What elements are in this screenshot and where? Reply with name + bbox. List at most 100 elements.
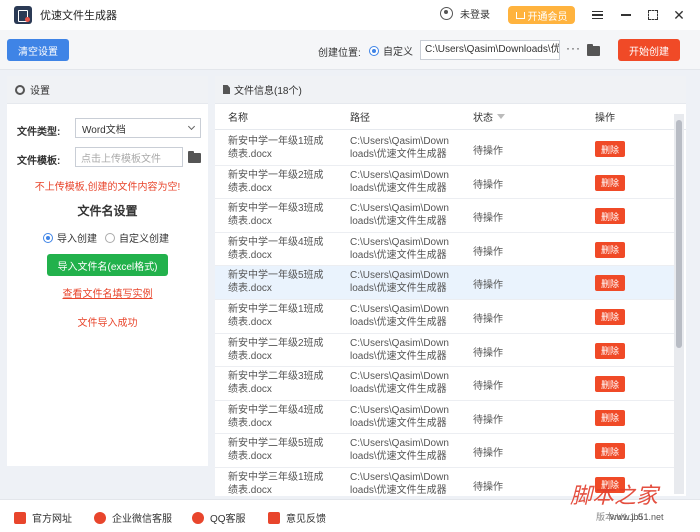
file-name-line: 新安中学一年级3班成 — [228, 203, 324, 215]
file-list-header: 文件信息(18个) — [215, 76, 686, 104]
delete-button[interactable]: 删除 — [595, 443, 625, 460]
toolbar: 清空设置 创建位置: 自定义 C:\Users\Qasim\Downloads\… — [0, 30, 700, 70]
mode-import-radio[interactable]: 导入创建 — [43, 230, 97, 245]
file-name: 新安中学一年级3班成 绩表.docx — [228, 202, 333, 228]
file-name: 新安中学二年级5班成 绩表.docx — [228, 437, 333, 463]
delete-button[interactable]: 删除 — [595, 141, 625, 157]
template-upload-input[interactable]: 点击上传模板文件 — [75, 147, 183, 167]
delete-button[interactable]: 删除 — [595, 409, 625, 426]
file-name-line: 绩表.docx — [228, 417, 272, 429]
close-icon[interactable]: ✕ — [672, 8, 686, 22]
app-title: 优速文件生成器 — [40, 10, 117, 22]
file-path-line: loads\优速文件生成器 — [350, 316, 447, 328]
wechat-icon — [94, 511, 106, 524]
file-path-line: loads\优速文件生成器 — [350, 484, 447, 496]
file-table-body: 新安中学一年级1班成 绩表.docx C:\Users\Qasim\Down load… — [215, 132, 675, 496]
feedback-icon — [268, 511, 280, 524]
file-path: C:\Users\Qasim\Down loads\优速文件生成器 — [350, 404, 455, 430]
table-row[interactable]: 新安中学二年级1班成 绩表.docx C:\Users\Qasim\Down load… — [215, 300, 675, 334]
table-row[interactable]: 新安中学二年级5班成 绩表.docx C:\Users\Qasim\Down load… — [215, 434, 675, 468]
file-type-select[interactable]: Word文档 — [75, 118, 201, 138]
delete-button[interactable]: 删除 — [595, 241, 625, 258]
column-status[interactable]: 状态 — [473, 109, 505, 124]
qq-service-label: QQ客服 — [210, 514, 246, 525]
file-path-line: C:\Users\Qasim\Down — [350, 337, 449, 349]
file-path-line: C:\Users\Qasim\Down — [350, 471, 449, 483]
gear-icon — [15, 84, 25, 95]
official-website-link[interactable]: 官方网址 — [14, 510, 72, 525]
maximize-icon[interactable] — [646, 8, 660, 22]
menu-icon[interactable] — [590, 8, 604, 22]
file-status: 待操作 — [473, 246, 503, 258]
login-area[interactable]: 未登录 — [440, 6, 490, 21]
more-options-icon[interactable]: ··· — [566, 41, 581, 55]
table-header: 名称 路径 状态 操作 — [215, 104, 686, 130]
file-name: 新安中学一年级2班成 绩表.docx — [228, 169, 333, 195]
minimize-icon[interactable] — [619, 8, 633, 22]
table-row[interactable]: 新安中学二年级2班成 绩表.docx C:\Users\Qasim\Down load… — [215, 334, 675, 368]
column-path: 路径 — [350, 113, 370, 124]
file-path-line: C:\Users\Qasim\Down — [350, 136, 449, 147]
delete-button[interactable]: 删除 — [595, 275, 625, 292]
file-status: 待操作 — [473, 280, 503, 292]
website-icon — [14, 511, 26, 524]
location-custom-radio[interactable]: 自定义 — [369, 43, 413, 58]
mode-custom-radio[interactable]: 自定义创建 — [105, 230, 169, 245]
filename-example-link[interactable]: 查看文件名填写实例 — [7, 285, 208, 300]
file-path-line: loads\优速文件生成器 — [350, 350, 447, 362]
file-path-line: C:\Users\Qasim\Down — [350, 438, 449, 450]
table-row[interactable]: 新安中学一年级1班成 绩表.docx C:\Users\Qasim\Down load… — [215, 132, 675, 166]
file-list-panel: 文件信息(18个) 名称 路径 状态 操作 新安中学一年级1班成 绩表.docx C… — [215, 76, 686, 496]
delete-button[interactable]: 删除 — [595, 208, 625, 225]
app-logo-icon — [14, 6, 32, 24]
file-name-line: 绩表.docx — [228, 350, 272, 362]
file-status: 待操作 — [473, 313, 503, 325]
settings-title: 设置 — [30, 86, 50, 97]
login-status[interactable]: 未登录 — [460, 6, 490, 21]
file-path-line: C:\Users\Qasim\Down — [350, 303, 449, 315]
location-label: 创建位置: — [318, 48, 361, 59]
file-path-line: loads\优速文件生成器 — [350, 249, 447, 261]
filename-settings-title: 文件名设置 — [77, 204, 138, 218]
file-status: 待操作 — [473, 179, 503, 191]
clear-settings-button[interactable]: 清空设置 — [7, 39, 69, 61]
file-list-scrollbar[interactable] — [674, 114, 684, 494]
table-row[interactable]: 新安中学一年级3班成 绩表.docx C:\Users\Qasim\Down load… — [215, 199, 675, 233]
file-path-line: loads\优速文件生成器 — [350, 283, 447, 295]
table-row[interactable]: 新安中学一年级2班成 绩表.docx C:\Users\Qasim\Down load… — [215, 166, 675, 200]
file-path: C:\Users\Qasim\Down loads\优速文件生成器 — [350, 135, 455, 161]
filter-icon[interactable] — [497, 114, 505, 119]
delete-button[interactable]: 删除 — [595, 342, 625, 359]
file-status: 待操作 — [473, 414, 503, 426]
import-filenames-button[interactable]: 导入文件名(excel格式) — [47, 254, 168, 276]
watermark-url: www.jb51.net — [610, 512, 664, 522]
file-name-line: 绩表.docx — [228, 384, 272, 396]
file-status: 待操作 — [473, 448, 503, 460]
delete-button[interactable]: 删除 — [595, 308, 625, 325]
template-folder-icon[interactable] — [188, 151, 201, 163]
scrollbar-thumb[interactable] — [676, 120, 682, 348]
radio-unselected-icon — [105, 232, 115, 243]
file-name: 新安中学二年级3班成 绩表.docx — [228, 370, 333, 396]
column-name: 名称 — [228, 113, 248, 124]
qq-service-link[interactable]: QQ客服 — [192, 510, 246, 525]
wechat-service-link[interactable]: 企业微信客服 — [94, 510, 172, 525]
file-name: 新安中学二年级1班成 绩表.docx — [228, 303, 333, 329]
location-path-input[interactable]: C:\Users\Qasim\Downloads\优 — [420, 40, 560, 60]
table-row[interactable]: 新安中学二年级3班成 绩表.docx C:\Users\Qasim\Down load… — [215, 367, 675, 401]
start-create-button[interactable]: 开始创建 — [618, 39, 680, 61]
file-path: C:\Users\Qasim\Down loads\优速文件生成器 — [350, 169, 455, 195]
delete-button[interactable]: 删除 — [595, 174, 625, 191]
file-path: C:\Users\Qasim\Down loads\优速文件生成器 — [350, 303, 455, 329]
vip-button[interactable]: 开通会员 — [508, 6, 575, 24]
vip-label: 开通会员 — [527, 11, 568, 23]
column-status-label: 状态 — [473, 113, 493, 124]
feedback-link[interactable]: 意见反馈 — [268, 510, 326, 525]
chevron-down-icon — [187, 122, 196, 131]
open-folder-icon[interactable] — [587, 44, 600, 56]
table-row[interactable]: 新安中学二年级4班成 绩表.docx C:\Users\Qasim\Down load… — [215, 401, 675, 435]
table-row[interactable]: 新安中学一年级5班成 绩表.docx C:\Users\Qasim\Down load… — [215, 266, 675, 300]
delete-button[interactable]: 删除 — [595, 376, 625, 393]
table-row[interactable]: 新安中学一年级4班成 绩表.docx C:\Users\Qasim\Down load… — [215, 233, 675, 267]
file-name-line: 新安中学二年级3班成 — [228, 371, 324, 383]
